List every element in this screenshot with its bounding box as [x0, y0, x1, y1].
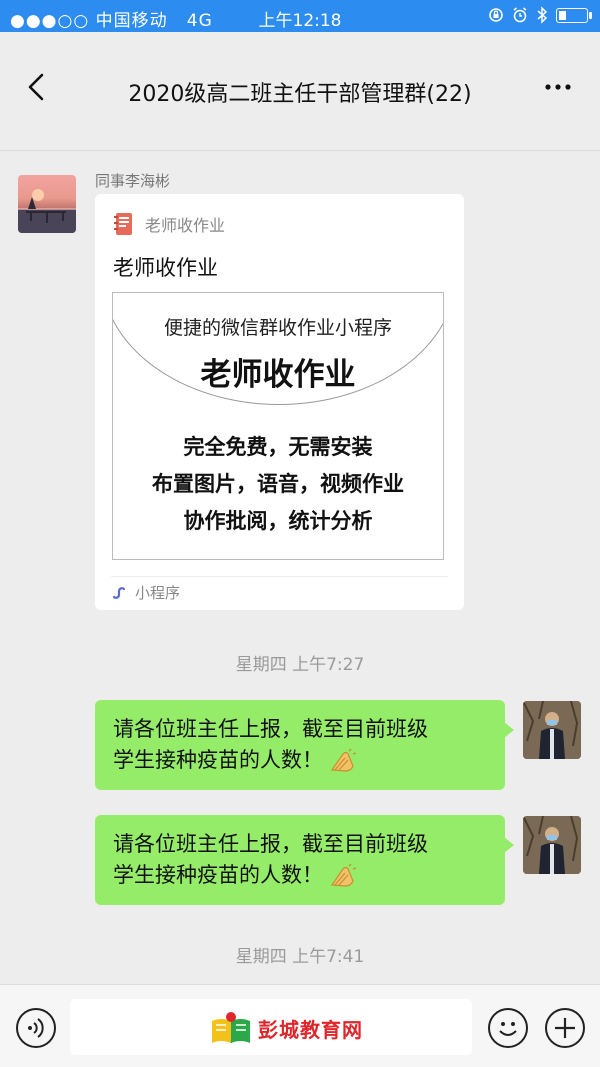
- battery-icon: [556, 7, 592, 23]
- cover-title: 老师收作业: [200, 357, 356, 393]
- smiley-icon: [499, 1022, 517, 1036]
- my-avatar[interactable]: [523, 701, 581, 759]
- bluetooth-icon: [537, 6, 548, 24]
- avatar-person-picture: [523, 701, 581, 759]
- cover-feature-line: 布置图片，语音，视频作业: [152, 471, 404, 496]
- rotation-lock-icon: [489, 8, 503, 22]
- card-header: 老师收作业: [113, 212, 225, 236]
- more-options-icon[interactable]: [544, 80, 572, 94]
- clapping-hands-icon: [330, 748, 357, 772]
- avatar-person-picture: [523, 816, 581, 874]
- mini-program-label: 小程序: [135, 584, 181, 602]
- card-divider: [111, 576, 448, 577]
- message-text-line: 请各位班主任上报，截至目前班级: [113, 717, 428, 741]
- my-avatar[interactable]: [523, 816, 581, 874]
- cover-feature-line: 完全免费，无需安装: [183, 434, 373, 459]
- watermark-text: 彭城教育网: [258, 1017, 363, 1042]
- cover-feature-line: 协作批阅，统计分析: [183, 508, 373, 533]
- message-text-line: 学生接种疫苗的人数！: [113, 863, 323, 887]
- voice-button[interactable]: [16, 1008, 56, 1048]
- card-cover-image: 便捷的微信群收作业小程序 老师收作业 完全免费，无需安装 布置图片，语音，视频作…: [112, 292, 444, 560]
- notebook-icon: [114, 213, 132, 235]
- mini-program-icon: [112, 586, 126, 599]
- message-text-line: 学生接种疫苗的人数！: [113, 748, 323, 772]
- timestamp: 星期四 上午7:27: [235, 655, 365, 675]
- status-icons: [488, 6, 592, 24]
- status-bar: ●●●○○ 中国移动 4G 上午12:18: [0, 0, 600, 32]
- mini-program-name: 老师收作业: [145, 216, 226, 235]
- card-title: 老师收作业: [113, 256, 218, 280]
- watermark-logo: 彭城教育网: [210, 1011, 363, 1045]
- message-bubble[interactable]: 请各位班主任上报，截至目前班级 学生接种疫苗的人数！: [95, 815, 514, 905]
- alarm-icon: [513, 7, 527, 23]
- avatar-lake-picture: [18, 189, 76, 233]
- voice-icon: [28, 1018, 44, 1038]
- sender-avatar[interactable]: [18, 175, 76, 233]
- message-bubble[interactable]: 请各位班主任上报，截至目前班级 学生接种疫苗的人数！: [95, 700, 514, 790]
- add-button[interactable]: [545, 1008, 585, 1048]
- clapping-hands-icon: [330, 863, 357, 887]
- mini-program-card[interactable]: 老师收作业 老师收作业 便捷的微信群收作业小程序 老师收作业 完全免费，无需安装…: [95, 194, 464, 610]
- cover-subtitle: 便捷的微信群收作业小程序: [163, 317, 392, 339]
- card-footer: 小程序: [111, 582, 180, 603]
- book-logo-icon: [212, 1012, 250, 1043]
- back-arrow-icon[interactable]: [26, 72, 46, 102]
- emoji-button[interactable]: [488, 1008, 528, 1048]
- input-bar: 彭城教育网: [0, 984, 600, 1067]
- plus-icon: [555, 1018, 575, 1038]
- sender-name: 同事李海彬: [95, 172, 171, 190]
- message-text-line: 请各位班主任上报，截至目前班级: [113, 832, 428, 856]
- timestamp: 星期四 上午7:41: [235, 947, 365, 967]
- chat-title: 2020级高二班主任干部管理群(22): [128, 82, 472, 107]
- chat-header: 2020级高二班主任干部管理群(22): [0, 32, 600, 151]
- message-input[interactable]: 彭城教育网: [70, 999, 472, 1055]
